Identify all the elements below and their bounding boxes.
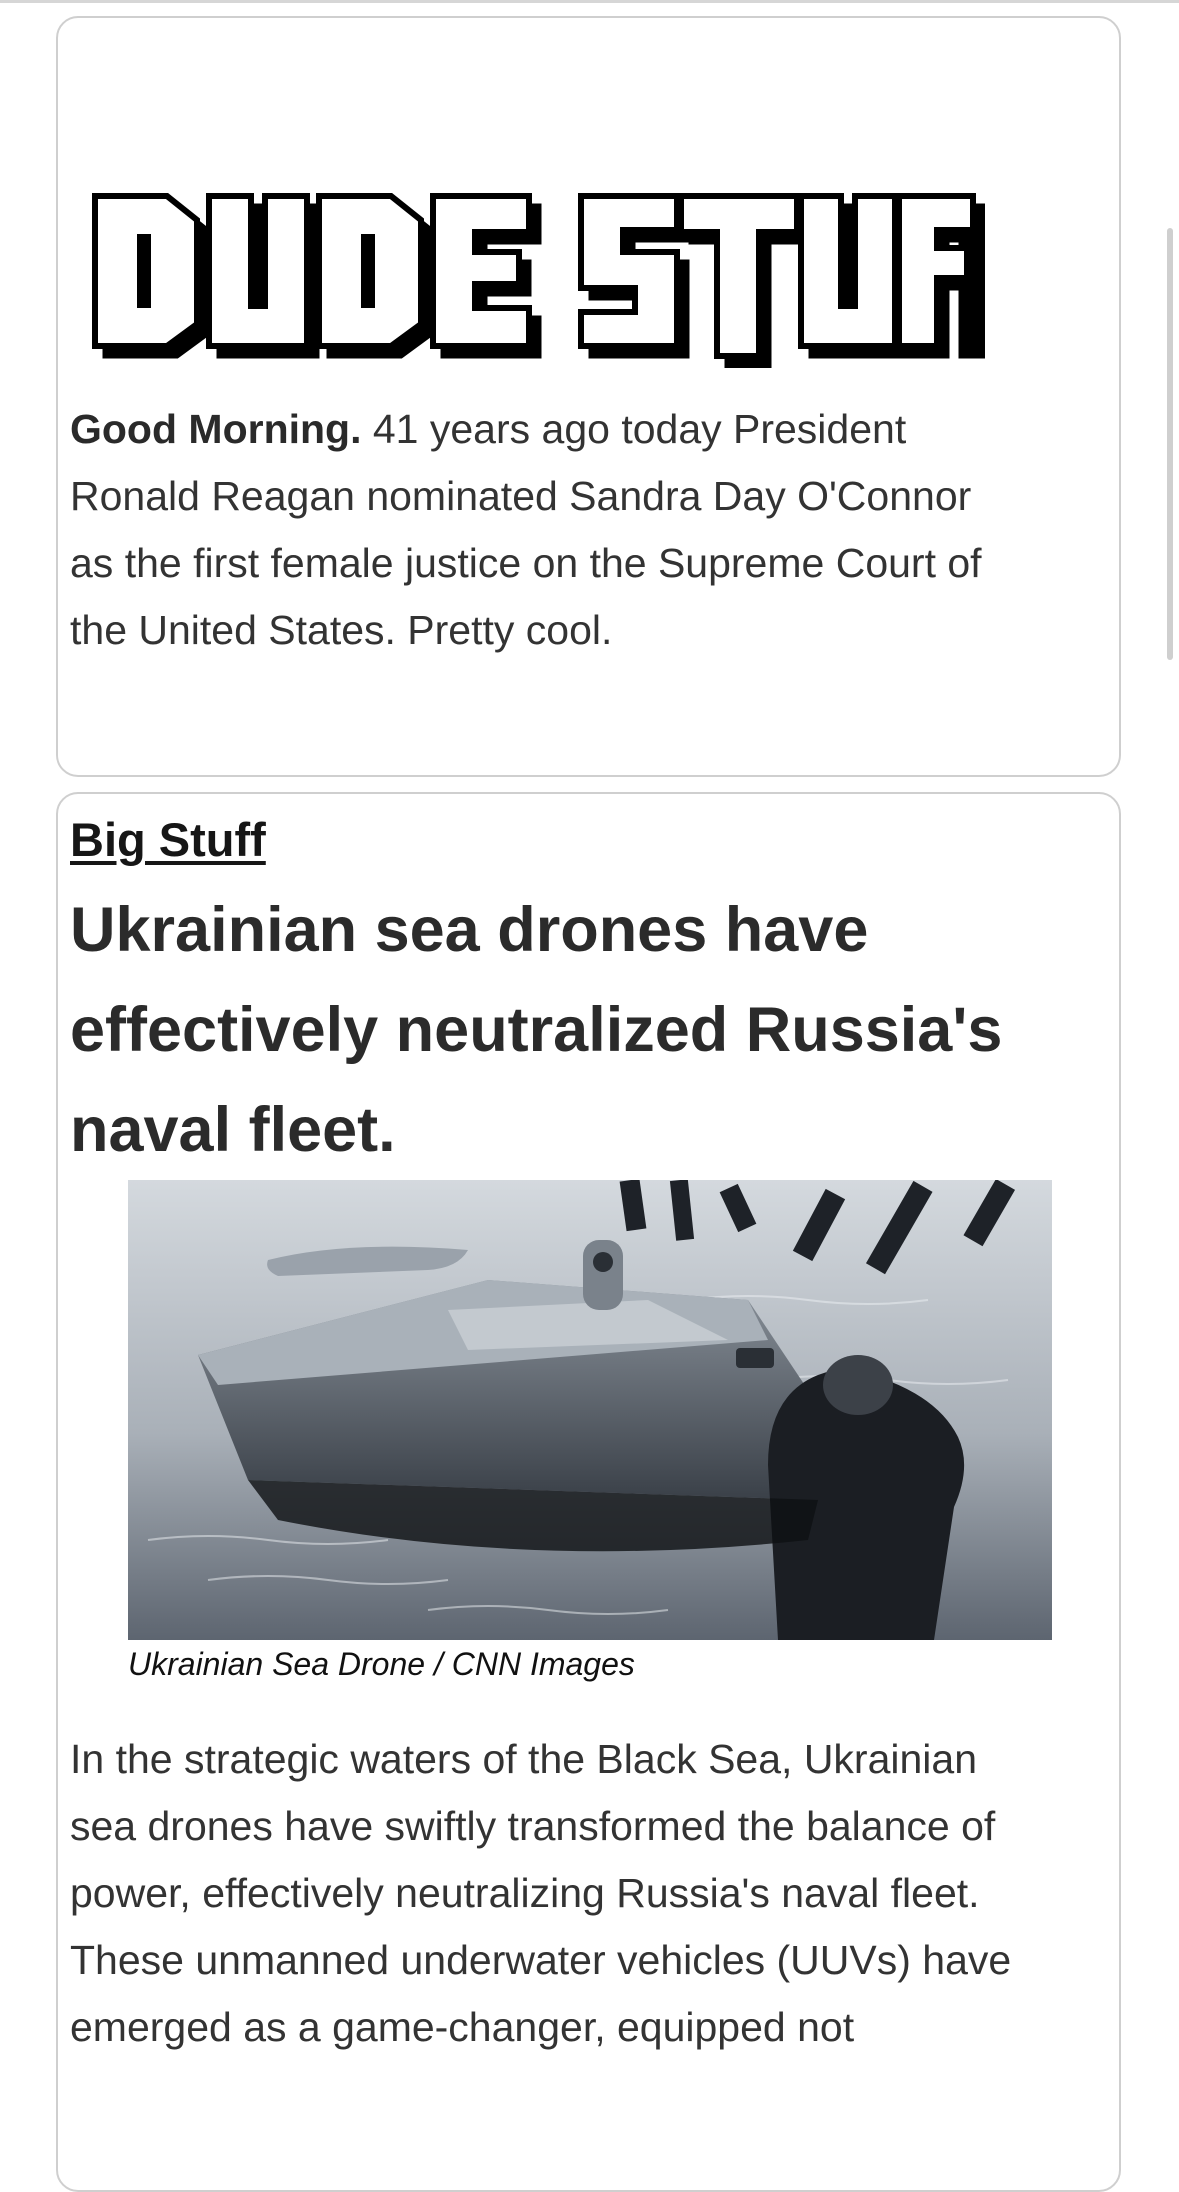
section-link-big-stuff[interactable]: Big Stuff [70, 812, 266, 867]
sea-drone-photo [128, 1180, 1052, 1640]
article-headline: Ukrainian sea drones have effectively ne… [70, 895, 1003, 1165]
image-caption: Ukrainian Sea Drone / CNN Images [128, 1646, 635, 1682]
article-body: In the strategic waters of the Black Sea… [70, 1736, 1012, 2050]
greeting: Good Morning. [70, 406, 362, 452]
scrollbar[interactable] [1167, 228, 1173, 660]
intro-paragraph: Good Morning. 41 years ago today Preside… [70, 396, 1010, 664]
top-divider [0, 0, 1179, 3]
dude-stuff-logo [85, 168, 985, 368]
